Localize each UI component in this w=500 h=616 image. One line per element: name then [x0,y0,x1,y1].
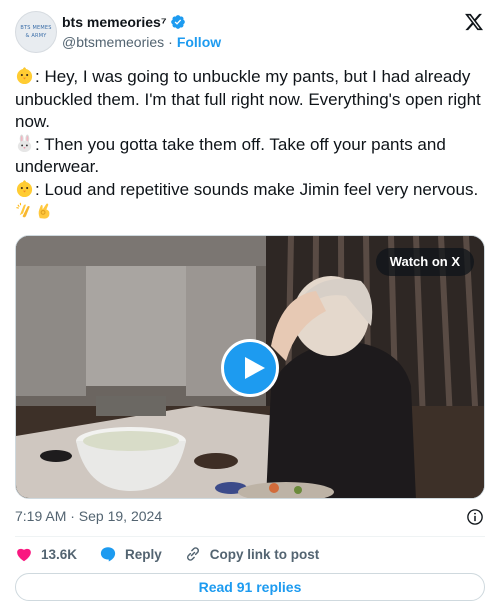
copy-link-button[interactable]: Copy link to post [184,545,320,563]
divider [15,536,485,537]
tweet-embed-card: BTS MEMES & ARMY bts memeories⁷ @btsmeme… [0,0,500,616]
separator-dot: · [168,34,173,50]
tweet-text: : Hey, I was going to unbuckle my pants,… [15,66,487,224]
handle[interactable]: @btsmemeories [62,34,164,50]
reply-bubble-icon [100,547,116,562]
tweet-line-2-text: : Then you gotta take them off. Take off… [15,134,446,177]
timestamp[interactable]: 7:19 AM · Sep 19, 2024 [15,508,162,524]
chick-emoji-icon [16,179,33,197]
avatar[interactable]: BTS MEMES & ARMY [15,11,57,53]
tweet-line-1: : Hey, I was going to unbuckle my pants,… [15,66,487,134]
reply-button[interactable]: Reply [99,545,162,563]
verified-badge-icon [170,15,185,29]
ok-hand-emoji-icon [38,203,50,219]
reply-label: Reply [125,546,162,562]
tweet-line-3-text: : Loud and repetitive sounds make Jimin … [35,179,479,199]
like-button[interactable]: 13.6K [15,545,77,563]
play-icon[interactable] [221,339,279,397]
tweet-line-2: : Then you gotta take them off. Take off… [15,133,487,179]
copy-link-label: Copy link to post [209,546,320,562]
rabbit-emoji-icon [17,133,32,152]
link-icon [186,547,199,561]
follow-button[interactable]: Follow [177,34,221,50]
avatar-text-top: BTS MEMES [20,25,52,31]
chick-emoji-icon [16,67,33,85]
x-logo-icon[interactable] [464,12,484,32]
tweet-line-3: : Loud and repetitive sounds make Jimin … [15,179,487,224]
info-icon[interactable] [466,508,484,526]
read-replies-button[interactable]: Read 91 replies [15,573,485,601]
heart-icon [17,548,31,562]
watch-on-x-button[interactable]: Watch on X [375,248,474,276]
tweet-header: BTS MEMES & ARMY bts memeories⁷ @btsmeme… [15,11,485,55]
video-thumbnail[interactable]: Watch on X [15,235,485,499]
clapping-hands-emoji-icon [16,202,30,218]
avatar-text-bottom: & ARMY [25,33,47,39]
action-bar: 13.6K Reply Copy link to post [15,543,341,565]
author-info: bts memeories⁷ @btsmemeories · Follow [62,13,221,50]
display-name[interactable]: bts memeories⁷ [62,14,167,30]
tweet-line-1-text: : Hey, I was going to unbuckle my pants,… [15,67,481,131]
like-count: 13.6K [41,546,78,562]
